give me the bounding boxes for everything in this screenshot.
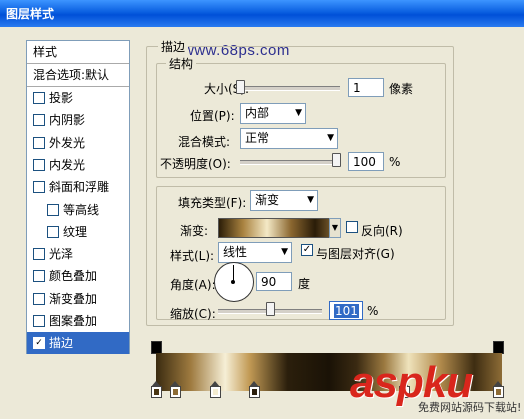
position-select[interactable]: 内部 ▼ [240, 103, 306, 124]
style-item-label: 投影 [49, 91, 74, 105]
gradient-dropdown-button[interactable]: ▼ [329, 218, 341, 238]
style-item[interactable]: 颜色叠加 [27, 265, 129, 287]
style-item-label: 等高线 [63, 202, 100, 217]
chevron-down-icon: ▼ [331, 223, 339, 232]
position-label: 位置(P): [190, 109, 235, 123]
color-stop[interactable] [210, 381, 221, 398]
gradient-label: 渐变: [180, 224, 209, 238]
gradient-preview[interactable] [218, 218, 340, 238]
style-item-label: 颜色叠加 [49, 269, 98, 284]
style-item-label: 外发光 [49, 135, 86, 150]
style-item-label: 内发光 [49, 157, 86, 172]
chevron-down-icon: ▼ [281, 247, 288, 257]
chevron-down-icon: ▼ [327, 133, 334, 143]
style-list-panel: 样式 混合选项:默认 投影内阴影外发光内发光斜面和浮雕等高线纹理光泽颜色叠加渐变… [26, 40, 130, 355]
style-item[interactable]: 内发光 [27, 154, 129, 176]
angle-label: 角度(A): [170, 278, 216, 292]
blending-options-item[interactable]: 混合选项:默认 [27, 64, 129, 87]
opacity-slider-track[interactable] [240, 160, 340, 165]
styles-header[interactable]: 样式 [27, 41, 129, 64]
size-input[interactable]: 1 [348, 78, 384, 97]
size-slider-thumb[interactable] [236, 80, 245, 94]
style-item-checkbox[interactable] [47, 225, 59, 238]
style-item-checkbox[interactable] [33, 248, 45, 261]
style-item[interactable]: 外发光 [27, 132, 129, 154]
color-stop[interactable] [493, 381, 504, 398]
style-item-label: 纹理 [63, 224, 88, 239]
style-item-checkbox[interactable] [33, 292, 45, 305]
color-stop[interactable] [170, 381, 181, 398]
style-select[interactable]: 线性 ▼ [218, 242, 292, 263]
angle-unit: 度 [298, 277, 311, 291]
stroke-group-title: 描边 [158, 38, 189, 55]
style-item-label: 光泽 [49, 247, 74, 262]
style-item[interactable]: 斜面和浮雕 [27, 176, 129, 198]
blend-mode-value: 正常 [245, 131, 270, 145]
style-item[interactable]: 纹理 [27, 221, 129, 243]
fill-type-select[interactable]: 渐变 ▼ [250, 190, 318, 211]
aspku-watermark-sub: 免费网站源码下载站! [418, 401, 522, 414]
style-item-checkbox[interactable] [33, 92, 45, 104]
reverse-label: 反向(R) [361, 224, 403, 238]
reverse-checkbox[interactable] [346, 221, 358, 233]
align-with-layer-checkbox[interactable]: ✓ [301, 244, 313, 256]
opacity-slider-thumb[interactable] [332, 153, 341, 167]
angle-dial[interactable] [214, 262, 254, 302]
style-item-label: 内阴影 [49, 113, 86, 128]
size-slider-track[interactable] [236, 86, 340, 91]
style-item-checkbox[interactable] [33, 158, 45, 171]
style-item-checkbox[interactable] [33, 315, 45, 327]
fill-type-value: 渐变 [255, 193, 280, 207]
scale-value: 101 [334, 304, 359, 318]
opacity-label: 不透明度(O): [160, 157, 231, 171]
size-unit: 像素 [389, 82, 414, 96]
scale-label: 缩放(C): [170, 307, 216, 321]
style-value: 线性 [223, 245, 248, 259]
title-bar[interactable]: 图层样式 [0, 0, 524, 27]
style-item-label: 斜面和浮雕 [49, 180, 110, 195]
style-item-checkbox[interactable] [33, 181, 45, 194]
style-item-label: 渐变叠加 [49, 291, 98, 306]
scale-input[interactable]: 101 [329, 301, 363, 320]
chevron-down-icon: ▼ [307, 195, 314, 205]
angle-center-dot [231, 280, 235, 284]
scale-slider-thumb[interactable] [266, 302, 275, 316]
style-item[interactable]: 等高线 [27, 199, 129, 221]
check-icon: ✓ [302, 244, 312, 255]
layer-style-dialog: 图层样式 样式 混合选项:默认 投影内阴影外发光内发光斜面和浮雕等高线纹理光泽颜… [0, 0, 524, 419]
styles-header-label: 样式 [33, 45, 58, 59]
style-label: 样式(L): [170, 249, 215, 263]
style-item-checkbox[interactable] [33, 136, 45, 149]
structure-group-title: 结构 [166, 55, 197, 72]
style-item-label: 描边 [49, 336, 74, 351]
angle-input[interactable]: 90 [256, 272, 292, 291]
opacity-unit: % [389, 155, 401, 169]
style-item-checkbox[interactable] [47, 203, 59, 216]
chevron-down-icon: ▼ [295, 108, 302, 118]
style-item[interactable]: 投影 [27, 87, 129, 109]
blend-mode-label: 混合模式: [178, 135, 231, 149]
blend-mode-select[interactable]: 正常 ▼ [240, 128, 338, 149]
style-item-checkbox[interactable] [33, 270, 45, 283]
style-item-label: 图案叠加 [49, 314, 98, 328]
position-value: 内部 [245, 106, 270, 120]
style-item[interactable]: 图案叠加 [27, 310, 129, 332]
window-title: 图层样式 [6, 7, 55, 21]
style-item-checkbox[interactable] [33, 114, 45, 127]
opacity-input[interactable]: 100 [348, 152, 384, 171]
align-with-layer-label: 与图层对齐(G) [316, 247, 395, 261]
style-item-checkbox[interactable]: ✓ [33, 337, 45, 350]
style-item[interactable]: ✓ 描边 [27, 332, 129, 355]
fill-type-label: 填充类型(F): [178, 196, 247, 210]
style-item[interactable]: 光泽 [27, 243, 129, 265]
style-item[interactable]: 渐变叠加 [27, 288, 129, 310]
style-item[interactable]: 内阴影 [27, 109, 129, 131]
color-stop[interactable] [151, 381, 162, 398]
scale-unit: % [367, 304, 379, 318]
color-stop[interactable] [249, 381, 260, 398]
blending-options-label: 混合选项:默认 [33, 68, 110, 82]
